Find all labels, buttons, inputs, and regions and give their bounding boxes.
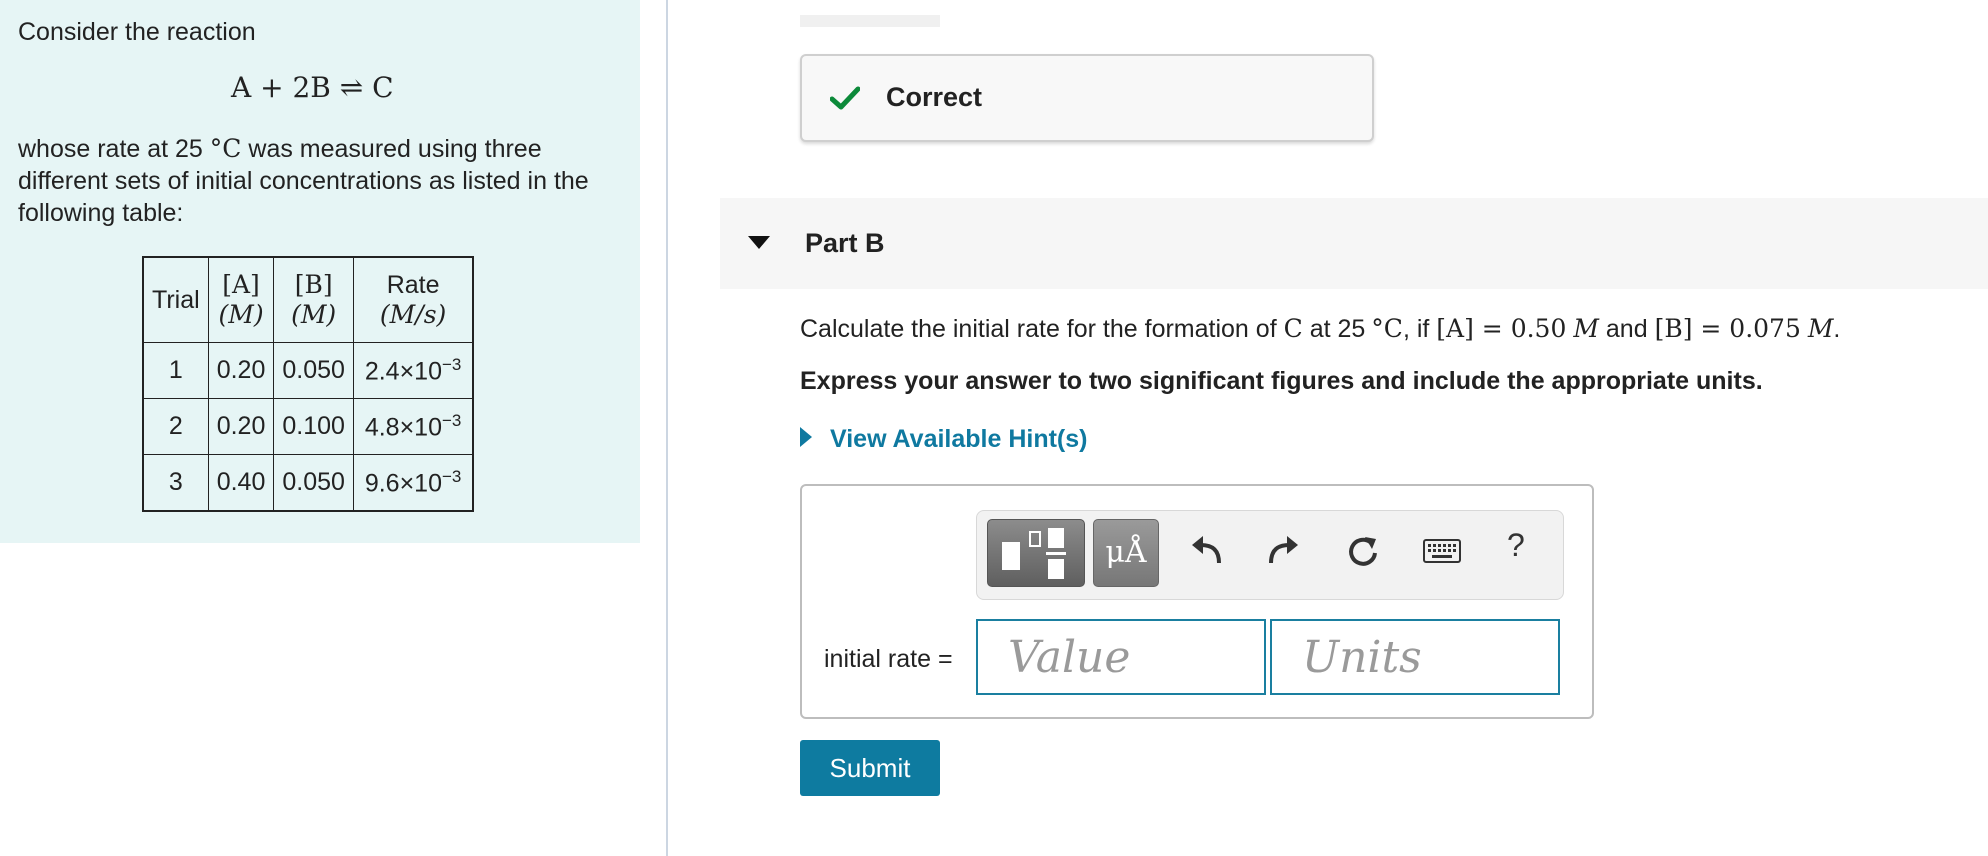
- answer-label: initial rate =: [824, 645, 953, 673]
- header-trial: Trial: [142, 256, 209, 343]
- view-hints-link[interactable]: View Available Hint(s): [800, 425, 1087, 454]
- table-row: 2 0.20 0.100 4.8×10−3: [142, 398, 474, 455]
- problem-description: whose rate at 25 °C was measured using t…: [18, 133, 628, 229]
- templates-icon[interactable]: [987, 519, 1085, 587]
- header-rate: Rate (M/s): [352, 256, 474, 343]
- reset-icon[interactable]: [1345, 533, 1381, 569]
- part-title: Part B: [805, 228, 885, 258]
- submit-button[interactable]: Submit: [800, 740, 940, 796]
- answer-instructions: Express your answer to two significant f…: [800, 367, 1763, 395]
- desc-unit: °C: [209, 134, 242, 163]
- cell-rate: 2.4×10−3: [352, 342, 474, 399]
- help-button[interactable]: ?: [1507, 527, 1525, 564]
- answer-box: μÅ ? initial rate =: [800, 484, 1594, 719]
- hint-label: View Available Hint(s): [830, 425, 1088, 453]
- correct-feedback-box: Correct: [800, 54, 1374, 142]
- cell-rate: 4.8×10−3: [352, 398, 474, 455]
- cell-trial: 2: [142, 398, 209, 455]
- cell-conc-a: 0.20: [207, 342, 275, 399]
- previous-part-bar: [800, 15, 940, 27]
- value-input[interactable]: [976, 619, 1266, 695]
- cell-conc-a: 0.40: [207, 454, 275, 512]
- cell-conc-b: 0.050: [273, 454, 354, 512]
- part-header[interactable]: [720, 198, 1988, 289]
- undo-icon[interactable]: [1189, 533, 1223, 567]
- cell-conc-b: 0.100: [273, 398, 354, 455]
- equilibrium-arrow-icon: ⇌: [339, 71, 364, 104]
- problem-pane: Consider the reaction A + 2B ⇌ C whose r…: [0, 0, 640, 543]
- header-conc-b: [B] (M): [273, 256, 354, 343]
- pane-divider[interactable]: [666, 0, 668, 856]
- question-text: Calculate the initial rate for the forma…: [800, 314, 1841, 343]
- cell-trial: 1: [142, 342, 209, 399]
- keyboard-icon[interactable]: [1423, 539, 1461, 563]
- units-input[interactable]: [1270, 619, 1560, 695]
- desc-before: whose rate at 25: [18, 135, 203, 163]
- rate-data-table: Trial [A] (M) [B] (M) Rate (M/s) 1 0.20 …: [142, 256, 475, 512]
- cell-conc-b: 0.050: [273, 342, 354, 399]
- table-row: 3 0.40 0.050 9.6×10−3: [142, 454, 474, 512]
- header-conc-a: [A] (M): [207, 256, 275, 343]
- cell-conc-a: 0.20: [207, 398, 275, 455]
- table-row: 1 0.20 0.050 2.4×10−3: [142, 342, 474, 399]
- equation-rhs: C: [372, 71, 394, 104]
- checkmark-icon: [830, 86, 860, 110]
- caret-right-icon: [800, 425, 812, 454]
- feedback-label: Correct: [886, 82, 983, 112]
- equation-lhs: A + 2B: [231, 71, 331, 104]
- table-header-row: Trial [A] (M) [B] (M) Rate (M/s): [142, 256, 474, 343]
- redo-icon[interactable]: [1267, 533, 1301, 567]
- units-button[interactable]: μÅ: [1093, 519, 1159, 587]
- math-toolbar: μÅ ?: [976, 510, 1564, 600]
- reaction-equation: A + 2B ⇌ C: [231, 70, 394, 106]
- caret-down-icon[interactable]: [748, 236, 770, 250]
- problem-intro: Consider the reaction: [18, 18, 256, 46]
- cell-rate: 9.6×10−3: [352, 454, 474, 512]
- cell-trial: 3: [142, 454, 209, 512]
